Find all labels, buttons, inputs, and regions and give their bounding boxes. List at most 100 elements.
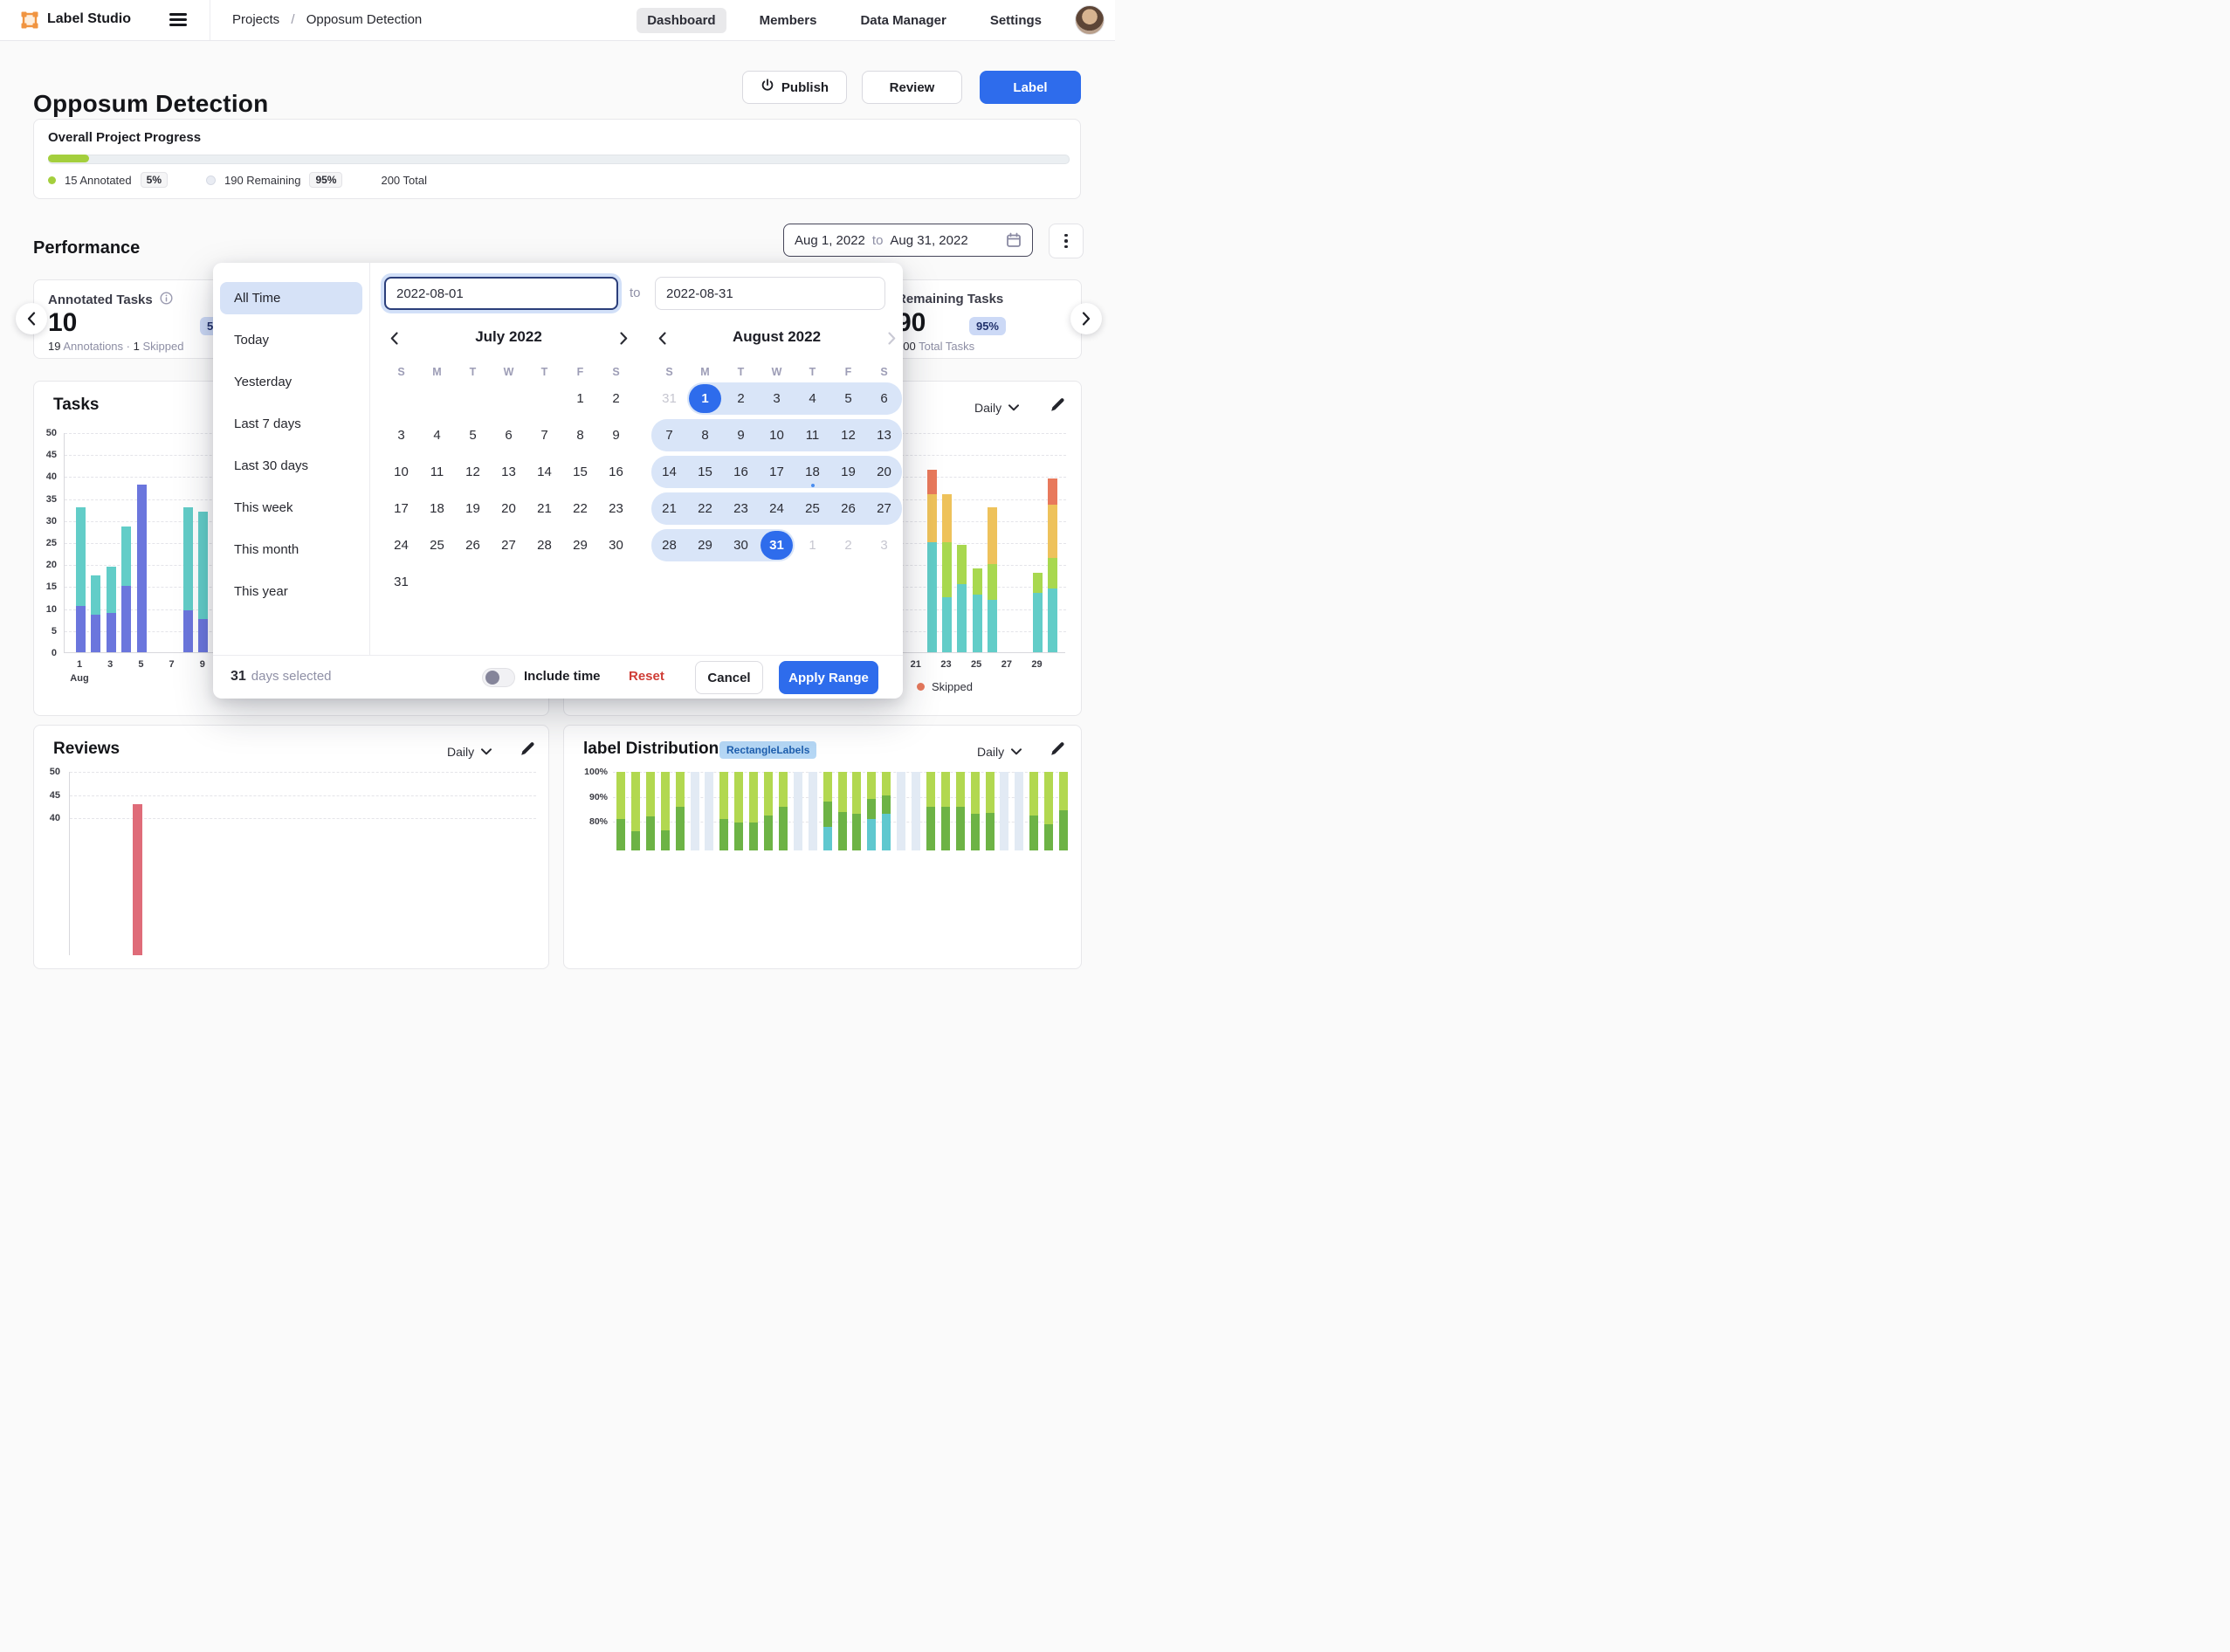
reviews-edit-pencil-icon[interactable] [520,741,537,759]
day-cell[interactable]: 11 [419,456,455,488]
reset-button[interactable]: Reset [629,669,664,684]
day-cell[interactable]: 20 [866,456,902,488]
day-cell[interactable]: 6 [866,382,902,415]
day-cell[interactable]: 14 [527,456,562,488]
day-cell[interactable]: 19 [455,492,491,525]
day-cell[interactable]: 2 [723,382,759,415]
day-cell[interactable]: 3 [759,382,795,415]
day-cell[interactable]: 4 [795,382,830,415]
performance-kebab-menu[interactable] [1049,224,1084,258]
day-cell[interactable]: 2 [830,529,866,561]
review-button[interactable]: Review [862,71,962,104]
day-cell[interactable]: 13 [866,419,902,451]
day-cell[interactable]: 26 [830,492,866,525]
calendar-next-month-icon[interactable] [881,327,902,348]
date-range-control[interactable]: Aug 1, 2022 to Aug 31, 2022 [783,224,1033,257]
day-cell[interactable]: 23 [723,492,759,525]
day-cell[interactable]: 16 [598,456,634,488]
stats-prev-button[interactable] [16,303,47,334]
day-cell[interactable]: 9 [723,419,759,451]
day-cell[interactable]: 22 [562,492,598,525]
hamburger-menu-icon[interactable] [169,13,187,27]
annotations-period-dropdown[interactable]: Daily [974,401,1019,415]
day-cell[interactable]: 16 [723,456,759,488]
day-cell[interactable]: 3 [383,419,419,451]
day-cell[interactable]: 24 [759,492,795,525]
day-cell[interactable]: 14 [651,456,687,488]
day-cell[interactable]: 8 [562,419,598,451]
day-cell[interactable]: 17 [759,456,795,488]
day-cell[interactable]: 24 [383,529,419,561]
distribution-period-dropdown[interactable]: Daily [977,745,1022,759]
day-cell[interactable]: 13 [491,456,527,488]
day-cell[interactable]: 10 [383,456,419,488]
stats-next-button[interactable] [1070,303,1102,334]
day-cell[interactable]: 31 [759,529,795,561]
day-cell[interactable]: 7 [527,419,562,451]
day-cell[interactable]: 29 [687,529,723,561]
range-end-input[interactable] [655,277,885,310]
day-cell[interactable]: 9 [598,419,634,451]
calendar-next-month-icon[interactable] [613,327,634,348]
preset-all-time[interactable]: All Time [220,282,362,314]
day-cell[interactable]: 31 [651,382,687,415]
day-cell[interactable]: 4 [419,419,455,451]
day-cell[interactable]: 26 [455,529,491,561]
nav-item-dashboard[interactable]: Dashboard [637,8,726,33]
annotations-edit-pencil-icon[interactable] [1050,397,1067,415]
day-cell[interactable]: 2 [598,382,634,415]
day-cell[interactable]: 27 [491,529,527,561]
day-cell[interactable]: 28 [651,529,687,561]
day-cell[interactable]: 12 [455,456,491,488]
day-cell[interactable]: 7 [651,419,687,451]
nav-item-data-manager[interactable]: Data Manager [850,8,956,33]
user-avatar[interactable] [1075,5,1105,35]
day-cell[interactable]: 21 [651,492,687,525]
preset-this-year[interactable]: This year [220,575,362,608]
day-cell[interactable]: 30 [598,529,634,561]
day-cell[interactable]: 29 [562,529,598,561]
preset-yesterday[interactable]: Yesterday [220,366,362,398]
day-cell[interactable]: 22 [687,492,723,525]
day-cell[interactable]: 18 [795,456,830,488]
day-cell[interactable]: 1 [795,529,830,561]
day-cell[interactable]: 1 [687,382,723,415]
day-cell[interactable]: 5 [455,419,491,451]
apply-range-button[interactable]: Apply Range [779,661,878,694]
day-cell[interactable]: 1 [562,382,598,415]
day-cell[interactable]: 11 [795,419,830,451]
range-start-input[interactable] [384,277,618,310]
nav-item-members[interactable]: Members [749,8,828,33]
preset-this-week[interactable]: This week [220,492,362,524]
day-cell[interactable]: 25 [795,492,830,525]
breadcrumb-projects[interactable]: Projects [232,12,279,27]
day-cell[interactable]: 20 [491,492,527,525]
day-cell[interactable]: 5 [830,382,866,415]
day-cell[interactable]: 27 [866,492,902,525]
day-cell[interactable]: 15 [687,456,723,488]
day-cell[interactable]: 21 [527,492,562,525]
publish-button[interactable]: Publish [742,71,847,104]
distribution-edit-pencil-icon[interactable] [1050,741,1067,759]
label-button[interactable]: Label [980,71,1081,104]
day-cell[interactable]: 6 [491,419,527,451]
day-cell[interactable]: 18 [419,492,455,525]
range-end-day[interactable]: 31 [761,531,793,560]
day-cell[interactable]: 15 [562,456,598,488]
day-cell[interactable]: 25 [419,529,455,561]
include-time-toggle[interactable] [482,668,515,687]
preset-this-month[interactable]: This month [220,533,362,566]
day-cell[interactable]: 8 [687,419,723,451]
day-cell[interactable]: 12 [830,419,866,451]
day-cell[interactable]: 17 [383,492,419,525]
preset-today[interactable]: Today [220,324,362,356]
day-cell[interactable]: 19 [830,456,866,488]
day-cell[interactable]: 30 [723,529,759,561]
cancel-button[interactable]: Cancel [695,661,763,694]
nav-item-settings[interactable]: Settings [980,8,1052,33]
info-icon[interactable] [160,292,173,308]
range-start-day[interactable]: 1 [689,384,721,413]
day-cell[interactable]: 31 [383,566,419,598]
day-cell[interactable]: 3 [866,529,902,561]
reviews-period-dropdown[interactable]: Daily [447,745,492,759]
